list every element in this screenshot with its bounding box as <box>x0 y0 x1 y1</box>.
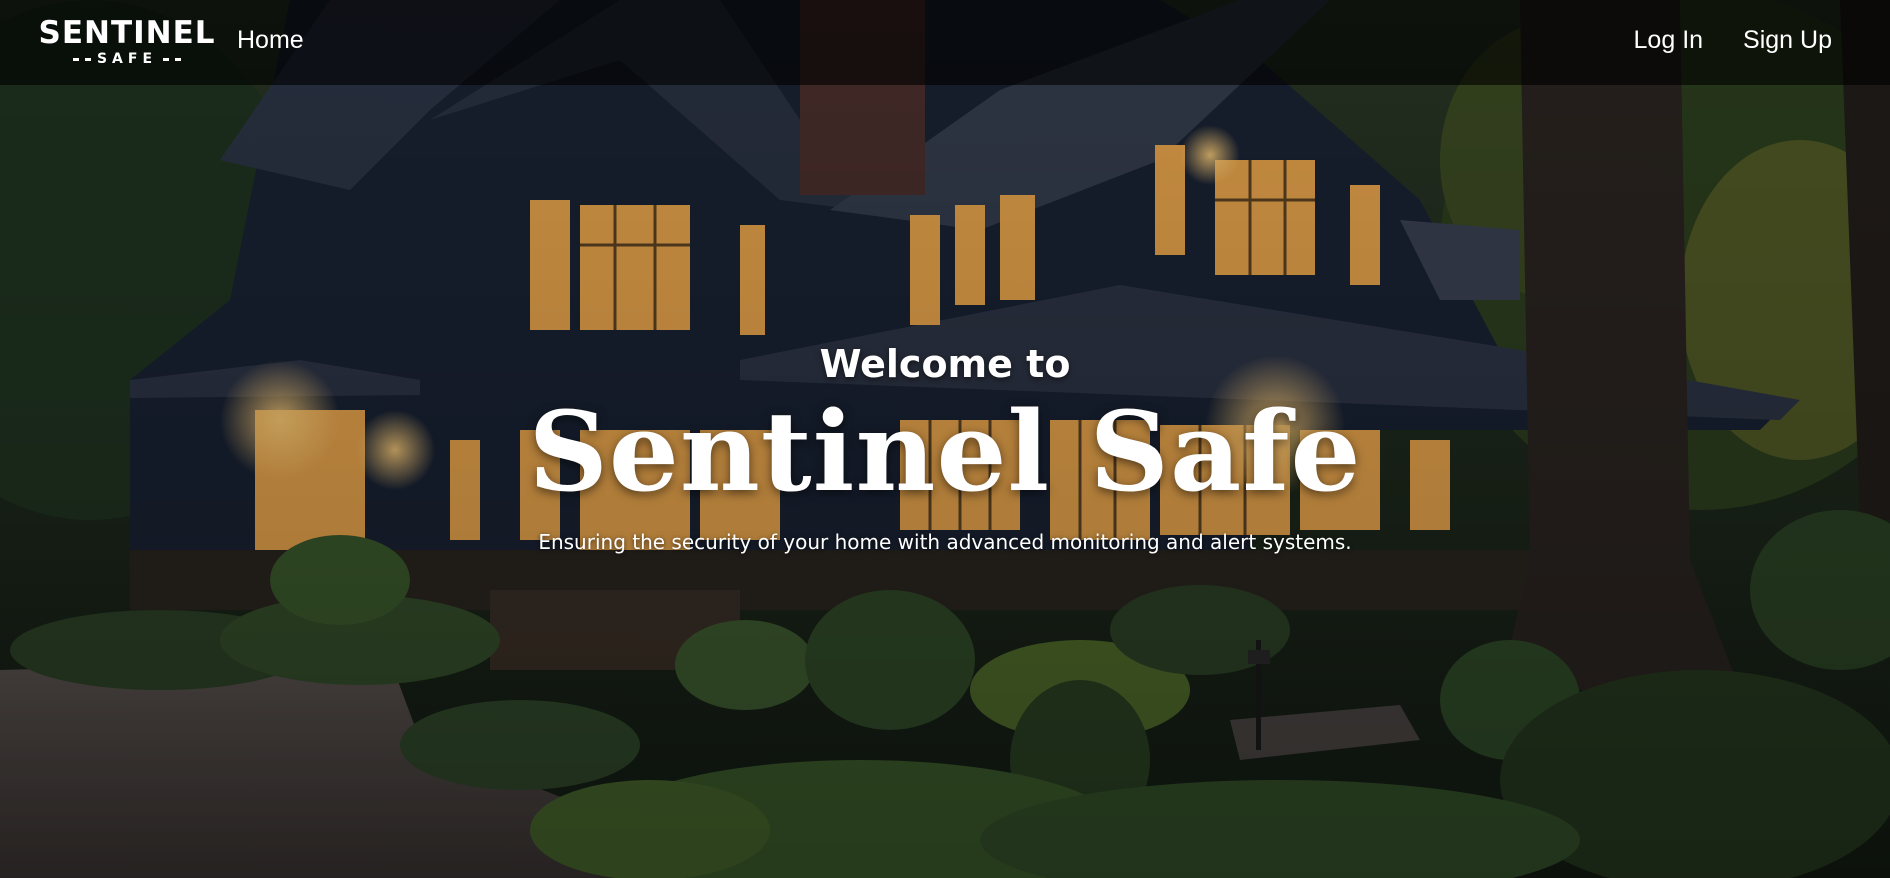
logo-dash-right-2 <box>175 57 182 61</box>
signup-link[interactable]: Sign Up <box>1743 26 1832 55</box>
logo-subtitle-text: SAFE <box>96 51 158 67</box>
hero-tagline: Ensuring the security of your home with … <box>538 530 1352 554</box>
logo-wordmark: SENTINEL <box>38 15 216 51</box>
hero-title: Sentinel Safe <box>528 387 1362 516</box>
login-link[interactable]: Log In <box>1634 26 1704 55</box>
sentinel-safe-logo[interactable]: SENTINEL SAFE <box>39 16 215 70</box>
hero-section: Welcome to Sentinel Safe Ensuring the se… <box>0 340 1890 556</box>
nav-auth-links: Log In Sign Up <box>1634 26 1832 55</box>
logo-dash-right <box>163 57 170 61</box>
hero-welcome-text: Welcome to <box>819 342 1071 386</box>
nav-home-link[interactable]: Home <box>237 26 304 55</box>
top-navbar: SENTINEL SAFE Home Log In Sign Up <box>0 0 1890 85</box>
logo-dash-left-2 <box>84 57 91 61</box>
landing-page: SENTINEL SAFE Home Log In Sign Up Welcom… <box>0 0 1890 878</box>
logo-subtitle: SAFE <box>72 50 182 68</box>
logo-dash-left <box>72 57 79 61</box>
